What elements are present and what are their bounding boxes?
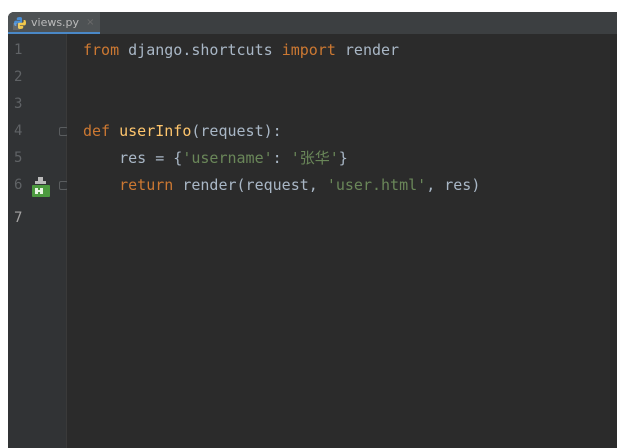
- keyword-return: return: [119, 176, 174, 194]
- function-params: (request):: [191, 122, 282, 140]
- line-number: 6: [14, 177, 23, 193]
- python-file-icon: [13, 15, 27, 30]
- module-name: django.shortcuts: [119, 41, 282, 59]
- dict-close: }: [338, 149, 348, 167]
- code-line-4: def userInfo(request):: [83, 118, 282, 145]
- editor-tab-bar: views.py ×: [8, 12, 617, 35]
- keyword-def: def: [83, 122, 111, 140]
- imported-name: render: [335, 41, 400, 59]
- dict-key-string: 'username': [182, 149, 273, 167]
- tab-filename: views.py: [31, 15, 80, 29]
- line-number: 1: [14, 42, 23, 58]
- code-line-5: res = {'username': '张华'}: [83, 145, 348, 172]
- template-name-string: 'user.html': [326, 176, 427, 194]
- keyword-from: from: [83, 41, 120, 59]
- assignment-start: res = {: [83, 149, 183, 167]
- dict-value-string: '张华': [290, 149, 339, 167]
- line-number: 5: [14, 150, 23, 166]
- render-call: render(request,: [173, 176, 327, 194]
- dict-colon: :: [272, 149, 291, 167]
- render-call-end: , res): [426, 176, 481, 194]
- line-number-gutter[interactable]: 1 2 3 4 5 6: [8, 34, 68, 448]
- code-line-6: return render(request, 'user.html', res): [83, 172, 480, 199]
- function-name: userInfo: [119, 122, 192, 140]
- keyword-import: import: [281, 41, 336, 59]
- code-editor[interactable]: [67, 34, 617, 448]
- tab-views-py[interactable]: views.py ×: [8, 12, 100, 34]
- line-number: 3: [14, 96, 23, 112]
- code-line-1: from django.shortcuts import render: [83, 37, 399, 64]
- line-number-current: 7: [14, 210, 23, 226]
- django-template-run-icon[interactable]: [32, 177, 50, 197]
- line-number: 4: [14, 123, 23, 139]
- close-icon[interactable]: ×: [86, 17, 94, 28]
- line-number: 2: [14, 69, 23, 85]
- ide-window: views.py × 1 2 3 4 5 6 7 from django.sho…: [8, 12, 617, 448]
